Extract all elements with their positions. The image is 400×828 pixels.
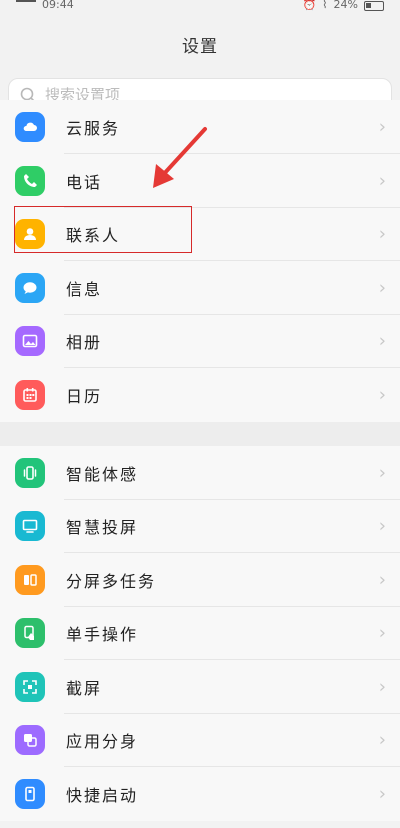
settings-item-app-clone[interactable]: 应用分身 ›: [0, 714, 400, 767]
status-time: 09:44: [42, 0, 74, 11]
section-divider: [0, 422, 400, 446]
gallery-icon: [15, 326, 45, 357]
split-screen-icon: [15, 564, 45, 595]
settings-item-cast[interactable]: 智慧投屏 ›: [0, 500, 400, 553]
settings-item-message[interactable]: 信息 ›: [0, 261, 400, 315]
status-right: ⏰ ⌇ 24%: [302, 0, 384, 11]
message-icon: [15, 272, 45, 303]
settings-item-label: 单手操作: [66, 625, 139, 645]
settings-item-one-hand[interactable]: 单手操作 ›: [0, 607, 400, 660]
settings-item-screenshot[interactable]: 截屏 ›: [0, 660, 400, 714]
chevron-right-icon: ›: [378, 116, 386, 138]
page-header: 设置: [0, 14, 400, 76]
alarm-icon: ⏰: [302, 0, 317, 11]
settings-item-label: 智能体感: [66, 464, 139, 484]
screenshot-icon: [15, 671, 45, 702]
settings-item-gallery[interactable]: 相册 ›: [0, 315, 400, 368]
battery-percent: 24%: [333, 0, 358, 11]
motion-icon: [15, 457, 45, 488]
settings-item-label: 云服务: [66, 119, 121, 138]
one-hand-icon: [15, 618, 45, 649]
settings-item-label: 快捷启动: [66, 785, 139, 805]
chevron-right-icon: ›: [378, 569, 386, 591]
settings-item-split-screen[interactable]: 分屏多任务 ›: [0, 553, 400, 607]
battery-icon: [364, 0, 384, 11]
chevron-right-icon: ›: [378, 462, 386, 484]
chevron-right-icon: ›: [378, 277, 386, 299]
quick-launch-icon: [15, 778, 45, 809]
settings-item-label: 电话: [66, 172, 103, 192]
settings-item-calendar[interactable]: 日历 ›: [0, 368, 400, 422]
chevron-right-icon: ›: [378, 622, 386, 644]
signal-icon: [16, 0, 36, 10]
settings-item-label: 信息: [66, 279, 103, 299]
chevron-right-icon: ›: [378, 384, 386, 406]
status-left: 09:44: [16, 0, 74, 11]
chevron-right-icon: ›: [378, 783, 386, 805]
status-bar: 09:44 ⏰ ⌇ 24%: [0, 0, 400, 14]
chevron-right-icon: ›: [378, 170, 386, 192]
chevron-right-icon: ›: [378, 330, 386, 352]
page-title: 设置: [182, 37, 218, 57]
settings-item-quick-launch[interactable]: 快捷启动 ›: [0, 767, 400, 821]
settings-item-label: 日历: [66, 386, 103, 406]
chevron-right-icon: ›: [378, 676, 386, 698]
settings-item-motion[interactable]: 智能体感 ›: [0, 446, 400, 500]
settings-item-label: 截屏: [66, 678, 103, 698]
settings-item-label: 应用分身: [66, 732, 139, 752]
chevron-right-icon: ›: [378, 729, 386, 751]
annotation-arrow-icon: [153, 127, 207, 188]
cloud-icon: [15, 112, 45, 142]
wifi-icon: ⌇: [322, 0, 328, 11]
phone-icon: [15, 165, 45, 196]
settings-item-label: 相册: [66, 333, 103, 353]
settings-item-label: 分屏多任务: [66, 571, 157, 591]
chevron-right-icon: ›: [378, 223, 386, 245]
calendar-icon: [15, 379, 45, 410]
settings-group-features: 智能体感 › 智慧投屏 › 分屏多任务 › 单手操作 › 截屏 › 应用分身 › 快捷启动 ›: [0, 446, 400, 821]
cast-icon: [15, 511, 45, 542]
app-clone-icon: [15, 725, 45, 756]
settings-item-label: 智慧投屏: [66, 518, 139, 538]
highlight-box: [14, 206, 192, 253]
chevron-right-icon: ›: [378, 515, 386, 537]
